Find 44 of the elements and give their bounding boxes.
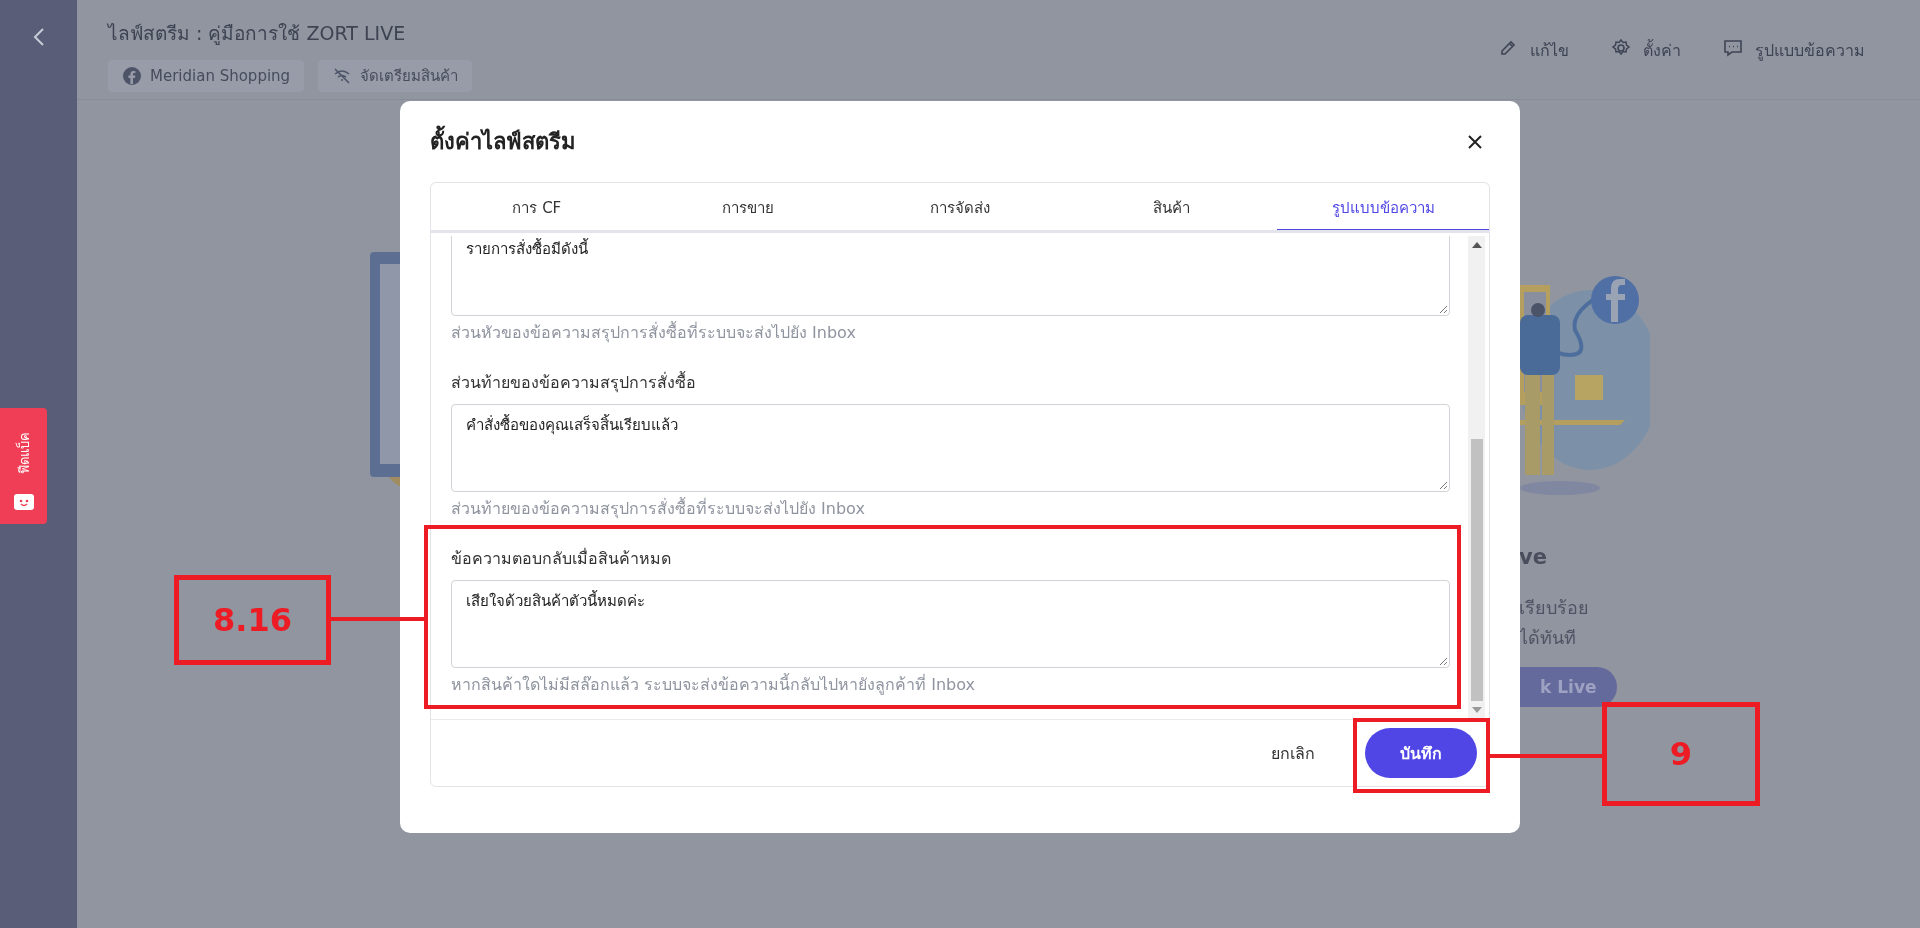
field-hint: ส่วนท้ายของข้อความสรุปการสั่งซื้อที่ระบบจะส่งไปยัง Inbox — [451, 498, 866, 520]
close-icon[interactable] — [1468, 134, 1482, 149]
chat-bubble-icon — [1723, 38, 1743, 58]
resize-grip-icon[interactable] — [1439, 657, 1447, 665]
field-hint: ส่วนหัวของข้อความสรุปการสั่งซื้อที่ระบบจะส่งไปยัง Inbox — [451, 322, 857, 344]
back-icon[interactable] — [32, 27, 45, 47]
tab[interactable]: การ CF — [431, 183, 643, 233]
feedback-tab[interactable]: ฟีดแบ็ค — [0, 408, 47, 524]
page-title: ไลฟ์สตรีม : คู่มือการใช้ ZORT LIVE — [108, 21, 407, 47]
tab[interactable]: การขาย — [642, 183, 855, 233]
tab[interactable]: การจัดส่ง — [854, 183, 1066, 233]
action-label[interactable]: ตั้งค่า — [1643, 38, 1681, 63]
text-area[interactable]: คำสั่งซื้อของคุณเสร็จสิ้นเรียบแล้ว — [451, 404, 1450, 492]
card-text: เรียบร้อย — [1519, 596, 1589, 620]
card-text: ได้ทันที — [1519, 626, 1577, 650]
header-action[interactable]: แก้ไข — [1498, 38, 1569, 64]
text-area[interactable]: เสียใจด้วยสินค้าตัวนี้หมดค่ะ — [451, 580, 1450, 668]
chat-face-icon — [13, 494, 34, 512]
scroll-down-arrow-icon[interactable] — [1471, 707, 1482, 713]
cancel-button[interactable]: ยกเลิก — [1271, 740, 1315, 766]
save-button[interactable]: บันทึก — [1365, 728, 1477, 778]
scroll-up-arrow-icon[interactable] — [1471, 242, 1482, 248]
chip-label: Meridian Shopping — [150, 67, 291, 85]
card-heading: ve — [1519, 545, 1547, 569]
chip-label: จัดเตรียมสินค้า — [360, 66, 459, 87]
field-hint: หากสินค้าใดไม่มีสล๊อกแล้ว ระบบจะส่งข้อความนี้กลับไปหายังลูกค้าที่ Inbox — [451, 674, 976, 696]
settings-icon — [1611, 38, 1631, 58]
scrollbar[interactable] — [1468, 236, 1485, 719]
resize-grip-icon[interactable] — [1439, 305, 1447, 313]
text-area[interactable]: รายการสั่งซื้อมีดังนี้ — [451, 236, 1450, 316]
text-value: คำสั่งซื้อของคุณเสร็จสิ้นเรียบแล้ว — [466, 416, 678, 434]
resize-grip-icon[interactable] — [1439, 481, 1447, 489]
pencil-icon — [1498, 38, 1518, 58]
header-action[interactable]: ตั้งค่า — [1611, 38, 1681, 64]
text-value: เสียใจด้วยสินค้าตัวนี้หมดค่ะ — [466, 592, 645, 610]
dialog-title: ตั้งค่าไลฟ์สตรีม — [430, 124, 576, 159]
callout-label: 8.16 — [174, 575, 331, 665]
field-label: ข้อความตอบกลับเมื่อสินค้าหมด — [451, 548, 672, 570]
text-value: รายการสั่งซื้อมีดังนี้ — [466, 240, 588, 258]
field-label: ส่วนท้ายของข้อความสรุปการสั่งซื้อ — [451, 372, 697, 394]
tab[interactable]: สินค้า — [1065, 183, 1278, 233]
action-label[interactable]: แก้ไข — [1530, 38, 1569, 63]
facebook-icon — [122, 66, 142, 86]
callout-label: 9 — [1602, 702, 1760, 806]
